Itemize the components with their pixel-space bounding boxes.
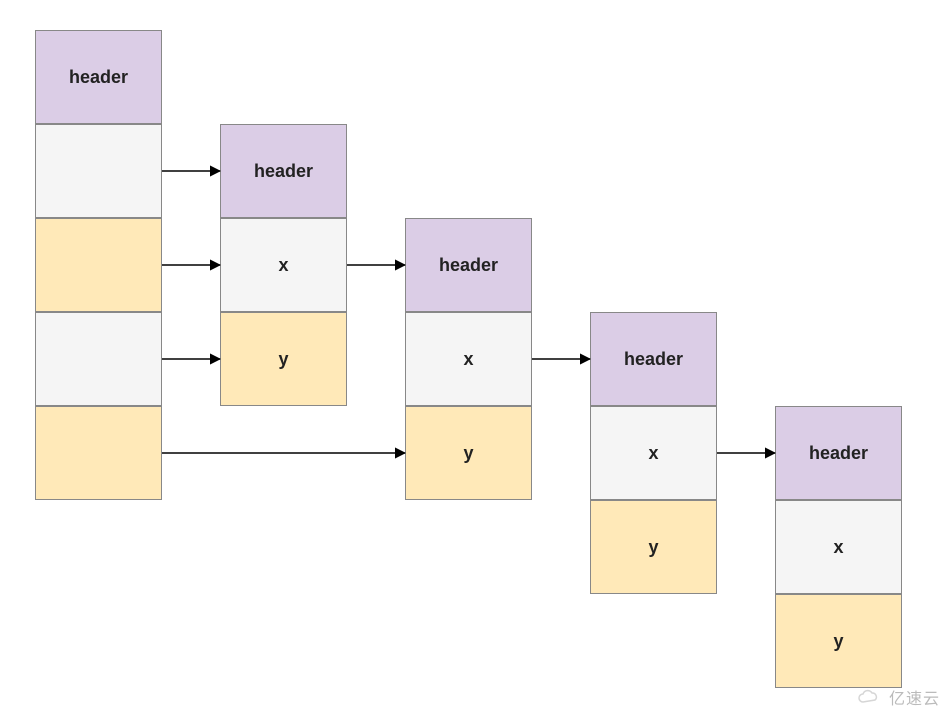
col1-y: y	[220, 312, 347, 406]
col3-y-label: y	[648, 537, 658, 558]
col4-x-label: x	[833, 537, 843, 558]
col3-x-label: x	[648, 443, 658, 464]
col4-y-label: y	[833, 631, 843, 652]
col2-x: x	[405, 312, 532, 406]
col1-header-label: header	[254, 161, 313, 182]
col1-x-label: x	[278, 255, 288, 276]
col0-header-label: header	[69, 67, 128, 88]
col4-header-label: header	[809, 443, 868, 464]
col2-y: y	[405, 406, 532, 500]
cloud-icon	[855, 688, 883, 706]
col2-y-label: y	[463, 443, 473, 464]
col3-header-label: header	[624, 349, 683, 370]
col2-header: header	[405, 218, 532, 312]
col2-x-label: x	[463, 349, 473, 370]
col0-slot3	[35, 312, 162, 406]
col0-slot2	[35, 218, 162, 312]
col0-slot1	[35, 124, 162, 218]
col3-x: x	[590, 406, 717, 500]
col1-x: x	[220, 218, 347, 312]
col4-header: header	[775, 406, 902, 500]
watermark: 亿速云	[855, 685, 940, 709]
watermark-text: 亿速云	[889, 685, 940, 709]
col1-y-label: y	[278, 349, 288, 370]
col1-header: header	[220, 124, 347, 218]
col2-header-label: header	[439, 255, 498, 276]
col0-slot4	[35, 406, 162, 500]
col3-header: header	[590, 312, 717, 406]
col4-x: x	[775, 500, 902, 594]
col0-header: header	[35, 30, 162, 124]
col3-y: y	[590, 500, 717, 594]
col4-y: y	[775, 594, 902, 688]
